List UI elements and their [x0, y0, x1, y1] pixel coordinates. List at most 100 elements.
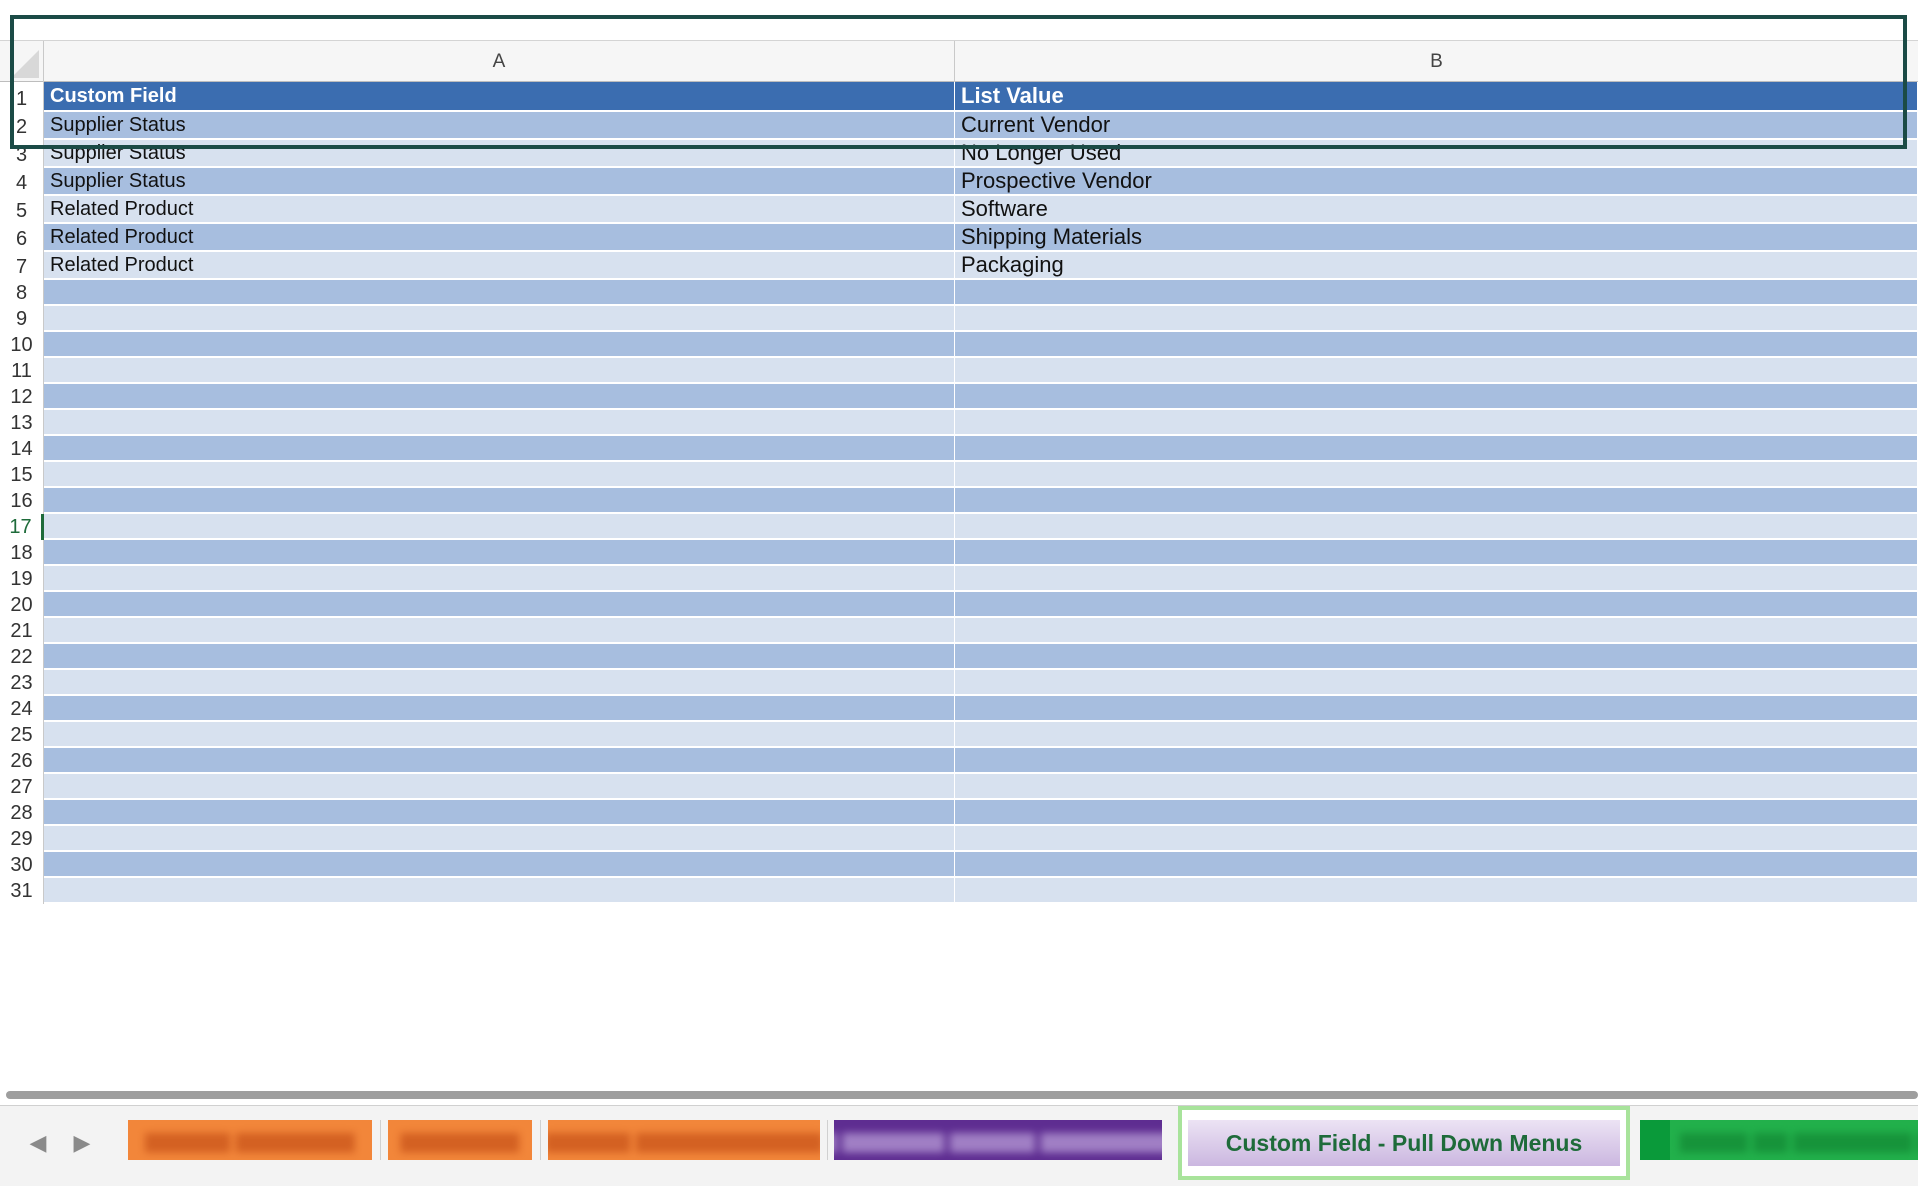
cell-b[interactable]: Software — [955, 196, 1918, 224]
row-header[interactable]: 12 — [0, 384, 44, 410]
chevron-left-icon[interactable]: ◀ — [26, 1128, 50, 1158]
row-header[interactable]: 22 — [0, 644, 44, 670]
cell-b[interactable] — [955, 774, 1918, 800]
row-header[interactable]: 11 — [0, 358, 44, 384]
cell-a[interactable] — [44, 774, 955, 800]
row-header[interactable]: 26 — [0, 748, 44, 774]
cell-b[interactable] — [955, 462, 1918, 488]
sheet-tab-redacted-4[interactable]: ▆ ▆▆▆▆▆▆ ▆▆▆▆▆ ▆▆▆▆▆▆▆▆ — [834, 1120, 1162, 1160]
cell-b[interactable] — [955, 618, 1918, 644]
row-header[interactable]: 16 — [0, 488, 44, 514]
cell-a[interactable] — [44, 722, 955, 748]
cell-b[interactable]: Prospective Vendor — [955, 168, 1918, 196]
cell-a[interactable] — [44, 878, 955, 904]
cell-b[interactable]: Packaging — [955, 252, 1918, 280]
cell-a[interactable]: Custom Field — [44, 82, 955, 112]
cell-b[interactable]: Shipping Materials — [955, 224, 1918, 252]
row-header[interactable]: 14 — [0, 436, 44, 462]
cell-b[interactable] — [955, 748, 1918, 774]
cell-b[interactable] — [955, 514, 1918, 540]
cell-a[interactable] — [44, 514, 955, 540]
chevron-right-icon[interactable]: ▶ — [70, 1128, 94, 1158]
cell-a[interactable]: Related Product — [44, 196, 955, 224]
select-all-corner[interactable] — [0, 41, 44, 82]
cell-b[interactable] — [955, 280, 1918, 306]
row-header[interactable]: 6 — [0, 224, 44, 252]
cell-a[interactable] — [44, 410, 955, 436]
column-header-a[interactable]: A — [44, 41, 955, 82]
row-header[interactable]: 15 — [0, 462, 44, 488]
sheet-tab-custom-field-pull-down-menus[interactable]: Custom Field - Pull Down Menus — [1178, 1106, 1630, 1180]
horizontal-scrollbar[interactable] — [0, 1083, 1918, 1105]
horizontal-scrollbar-thumb[interactable] — [6, 1091, 1918, 1099]
row-header[interactable]: 10 — [0, 332, 44, 358]
cell-b[interactable] — [955, 410, 1918, 436]
cell-a[interactable] — [44, 332, 955, 358]
cell-a[interactable] — [44, 384, 955, 410]
row-header[interactable]: 3 — [0, 140, 44, 168]
cell-b[interactable] — [955, 592, 1918, 618]
row-header[interactable]: 29 — [0, 826, 44, 852]
cell-b[interactable] — [955, 566, 1918, 592]
cell-b[interactable]: Current Vendor — [955, 112, 1918, 140]
cell-b[interactable] — [955, 696, 1918, 722]
sheet-tab-redacted-2[interactable]: ▆▆▆▆▆▆▆ — [388, 1120, 532, 1160]
cell-b[interactable] — [955, 436, 1918, 462]
cell-a[interactable] — [44, 488, 955, 514]
cell-a[interactable] — [44, 748, 955, 774]
cell-a[interactable] — [44, 644, 955, 670]
cell-a[interactable]: Supplier Status — [44, 168, 955, 196]
row-header[interactable]: 31 — [0, 878, 44, 904]
cell-a[interactable]: Related Product — [44, 252, 955, 280]
row-header[interactable]: 5 — [0, 196, 44, 224]
cell-b[interactable] — [955, 358, 1918, 384]
cell-b[interactable]: List Value — [955, 82, 1918, 112]
cell-b[interactable] — [955, 644, 1918, 670]
cell-b[interactable] — [955, 332, 1918, 358]
row-header[interactable]: 9 — [0, 306, 44, 332]
cell-a[interactable] — [44, 358, 955, 384]
row-header[interactable]: 20 — [0, 592, 44, 618]
cell-b[interactable] — [955, 306, 1918, 332]
cell-b[interactable] — [955, 800, 1918, 826]
cell-a[interactable]: Supplier Status — [44, 112, 955, 140]
row-header[interactable]: 23 — [0, 670, 44, 696]
cell-b[interactable]: No Longer Used — [955, 140, 1918, 168]
row-header[interactable]: 28 — [0, 800, 44, 826]
cell-b[interactable] — [955, 852, 1918, 878]
row-header[interactable]: 4 — [0, 168, 44, 196]
cell-a[interactable] — [44, 670, 955, 696]
column-header-b[interactable]: B — [955, 41, 1918, 82]
cell-a[interactable] — [44, 696, 955, 722]
row-header[interactable]: 13 — [0, 410, 44, 436]
cell-b[interactable] — [955, 826, 1918, 852]
row-header[interactable]: 30 — [0, 852, 44, 878]
sheet-tab-redacted-3[interactable]: ▆▆▆▆▆ ▆▆▆▆▆▆▆▆▆▆▆ — [548, 1120, 820, 1160]
row-header[interactable]: 18 — [0, 540, 44, 566]
cell-a[interactable]: Supplier Status — [44, 140, 955, 168]
cell-a[interactable] — [44, 592, 955, 618]
cell-a[interactable]: Related Product — [44, 224, 955, 252]
row-header[interactable]: 21 — [0, 618, 44, 644]
cell-a[interactable] — [44, 280, 955, 306]
row-header[interactable]: 27 — [0, 774, 44, 800]
row-header[interactable]: 8 — [0, 280, 44, 306]
cell-b[interactable] — [955, 670, 1918, 696]
row-header[interactable]: 2 — [0, 112, 44, 140]
cell-a[interactable] — [44, 800, 955, 826]
cell-b[interactable] — [955, 722, 1918, 748]
row-header[interactable]: 1 — [0, 82, 44, 112]
sheet-tab-redacted-1[interactable]: ▆▆▆▆▆ ▆▆▆▆▆▆▆ — [128, 1120, 372, 1160]
row-header[interactable]: 25 — [0, 722, 44, 748]
cell-b[interactable] — [955, 540, 1918, 566]
sheet-tab-redacted-6[interactable]: ▆▆▆▆ ▆▆ ▆▆▆▆▆▆▆ ▆▆▆ — [1640, 1120, 1918, 1160]
cell-a[interactable] — [44, 436, 955, 462]
cell-a[interactable] — [44, 462, 955, 488]
cell-a[interactable] — [44, 826, 955, 852]
cell-a[interactable] — [44, 618, 955, 644]
cell-a[interactable] — [44, 566, 955, 592]
row-header[interactable]: 24 — [0, 696, 44, 722]
cell-b[interactable] — [955, 488, 1918, 514]
cell-b[interactable] — [955, 384, 1918, 410]
row-header[interactable]: 19 — [0, 566, 44, 592]
